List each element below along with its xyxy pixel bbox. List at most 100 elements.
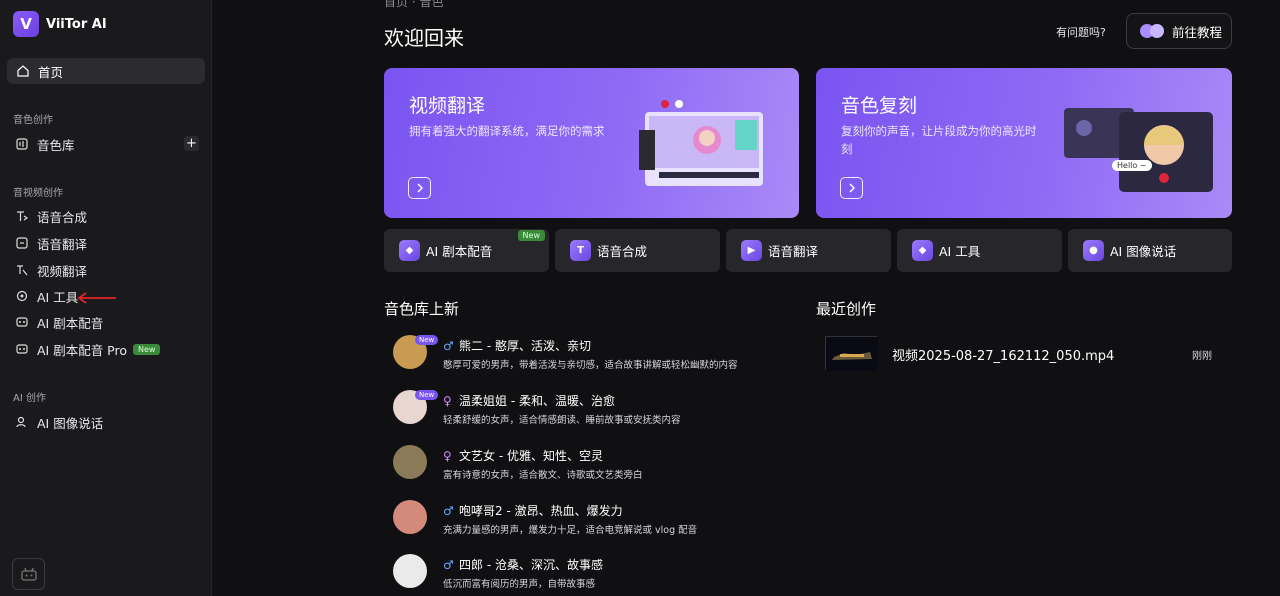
chevron-right-icon [848,183,855,193]
sidebar-item-voice-library[interactable]: 音色库 + [7,132,205,156]
hero-card-video-translate[interactable]: 视频翻译 拥有着强大的翻译系统，满足你的需求 [384,68,799,218]
new-badge: New [415,335,439,345]
voice-name: 咆哮哥2 - 激昂、热血、爆发力 [459,504,623,518]
app-name: ViiTor AI [46,16,107,32]
sidebar-item-video-translate[interactable]: 视频翻译 [7,258,205,282]
ai-tools-icon: ◆ [912,240,933,261]
robot-icon [20,567,37,581]
recent-section-title: 最近创作 [816,300,877,318]
male-icon: ♂ [443,339,454,353]
sidebar-item-label: 语音翻译 [37,236,88,252]
hello-bubble: Hello ~ [1112,160,1152,171]
male-icon: ♂ [443,504,454,518]
new-badge: New [415,390,439,400]
tool-ai-script-dub[interactable]: ◆ AI 剧本配音 New [384,229,549,272]
list-item[interactable]: ♂ 四郎 - 沧桑、深沉、故事感 低沉而富有阅历的男声，自带故事感 [393,554,813,590]
help-text: 有问题吗? [1056,26,1106,39]
sidebar-item-ai-script-dub[interactable]: AI 剧本配音 [7,310,205,334]
section-label-voice-creation: 音色创作 [13,115,53,126]
voice-desc: 低沉而富有阅历的男声，自带故事感 [443,579,596,590]
voice-title: ♂ 熊二 - 憨厚、活泼、亲切 [443,337,591,354]
tool-label: AI 工具 [939,244,981,259]
hero-title: 视频翻译 [409,95,486,117]
thumbnail-image [826,337,878,371]
user-icon [16,416,26,428]
male-icon: ♂ [443,558,454,572]
app-logo[interactable]: V ViiTor AI [13,11,107,37]
avatar [393,554,427,588]
library-icon [16,138,28,150]
tutorial-button[interactable]: 前往教程 [1126,13,1232,49]
female-icon: ♀ [443,394,452,408]
tool-speech-translate[interactable]: ▶ 语音翻译 [726,229,891,272]
app-root: V ViiTor AI 首页 音色创作 音色库 + 音视频创作 语音合成 语音翻… [0,0,1280,596]
video-thumbnail [825,336,878,371]
list-item[interactable]: ♂ 咆哮哥2 - 激昂、热血、爆发力 充满力量感的男声，爆发力十足，适合电竞解说或… [393,500,813,536]
list-item[interactable]: New ♂ 熊二 - 憨厚、活泼、亲切 憨厚可爱的男声，带着活泼与亲切感，适合故事… [393,335,813,371]
voice-clone-illustration [1064,108,1213,192]
voice-section-title: 音色库上新 [384,300,460,318]
voice-name: 四郎 - 沧桑、深沉、故事感 [459,558,603,572]
breadcrumb: 首页 · 音色 [384,0,444,9]
voice-desc: 轻柔舒缓的女声，适合情感朗读、睡前故事或安抚类内容 [443,415,681,426]
tool-label: AI 图像说话 [1110,244,1177,259]
new-badge: New [517,230,545,241]
bot-button[interactable] [12,558,45,590]
text-icon: T [570,240,591,261]
tool-ai-image-talk[interactable]: ● AI 图像说话 [1068,229,1232,272]
sidebar-item-label: 首页 [38,64,64,80]
logo-icon: V [13,11,39,37]
avatar [393,445,427,479]
sidebar-item-label: AI 工具 [37,289,79,305]
voice-title: ♂ 四郎 - 沧桑、深沉、故事感 [443,556,603,573]
tool-ai-tools[interactable]: ◆ AI 工具 [897,229,1062,272]
chevron-right-icon [416,183,423,193]
voice-name: 熊二 - 憨厚、活泼、亲切 [459,339,591,353]
voice-desc: 富有诗意的女声，适合散文、诗歌或文艺类旁白 [443,470,643,481]
add-voice-button[interactable]: + [184,136,199,151]
tool-tts[interactable]: T 语音合成 [555,229,720,272]
tool-label: 语音合成 [597,244,648,259]
hero-go-button[interactable] [408,177,431,199]
tts-icon [17,211,29,221]
sidebar-item-label: 语音合成 [37,209,88,225]
voice-title: ♀ 文艺女 - 优雅、知性、空灵 [443,447,603,464]
play-icon: ▶ [741,240,762,261]
sidebar-item-speech-translate[interactable]: 语音翻译 [7,231,205,255]
video-translate-icon [17,265,28,276]
voice-desc: 憨厚可爱的男声，带着活泼与亲切感，适合故事讲解或轻松幽默的内容 [443,360,738,371]
list-item[interactable]: ♀ 文艺女 - 优雅、知性、空灵 富有诗意的女声，适合散文、诗歌或文艺类旁白 [393,445,813,481]
sidebar-item-home[interactable]: 首页 [7,58,205,84]
script-dub-icon: ◆ [399,240,420,261]
voice-title: ♀ 温柔姐姐 - 柔和、温暖、治愈 [443,392,615,409]
hero-desc: 复刻你的声音，让片段成为你的高光时刻 [841,124,1037,156]
new-badge: New [133,343,161,355]
ai-tools-icon [16,290,28,302]
red-arrow-annotation [77,292,116,304]
list-item[interactable]: New ♀ 温柔姐姐 - 柔和、温暖、治愈 轻柔舒缓的女声，适合情感朗读、睡前故事… [393,390,813,426]
sidebar-item-label: 音色库 [37,137,75,153]
sidebar-item-ai-image-talk[interactable]: AI 图像说话 [7,410,205,434]
hero-go-button[interactable] [840,177,863,199]
recent-item[interactable]: 视频2025-08-27_162112_050.mp4 刚刚 [825,336,1232,371]
tool-label: 语音翻译 [768,244,819,259]
sidebar-item-label: AI 图像说话 [37,415,104,431]
voice-title: ♂ 咆哮哥2 - 激昂、热血、爆发力 [443,502,623,519]
sidebar-item-ai-script-dub-pro[interactable]: AI 剧本配音 Pro New [7,337,205,361]
section-label-ai-creation: AI 创作 [13,393,46,404]
sidebar-item-tts[interactable]: 语音合成 [7,204,205,228]
hero-desc: 拥有着强大的翻译系统，满足你的需求 [409,124,605,138]
home-icon [17,65,29,77]
section-label-av-creation: 音视频创作 [13,188,63,199]
sidebar-item-label: AI 剧本配音 Pro [37,342,128,358]
voice-name: 文艺女 - 优雅、知性、空灵 [459,449,603,463]
video-translate-illustration [639,100,763,186]
sidebar: V ViiTor AI 首页 音色创作 音色库 + 音视频创作 语音合成 语音翻… [0,0,212,596]
recent-file-name: 视频2025-08-27_162112_050.mp4 [892,349,1115,364]
hero-card-voice-clone[interactable]: 音色复刻 复刻你的声音，让片段成为你的高光时刻 Hello ~ [816,68,1232,218]
script-dub-icon [16,317,28,327]
speech-translate-icon [16,237,28,249]
sidebar-item-label: AI 剧本配音 [37,315,104,331]
page-title: 欢迎回来 [384,26,464,50]
voice-desc: 充满力量感的男声，爆发力十足，适合电竞解说或 vlog 配音 [443,525,698,536]
